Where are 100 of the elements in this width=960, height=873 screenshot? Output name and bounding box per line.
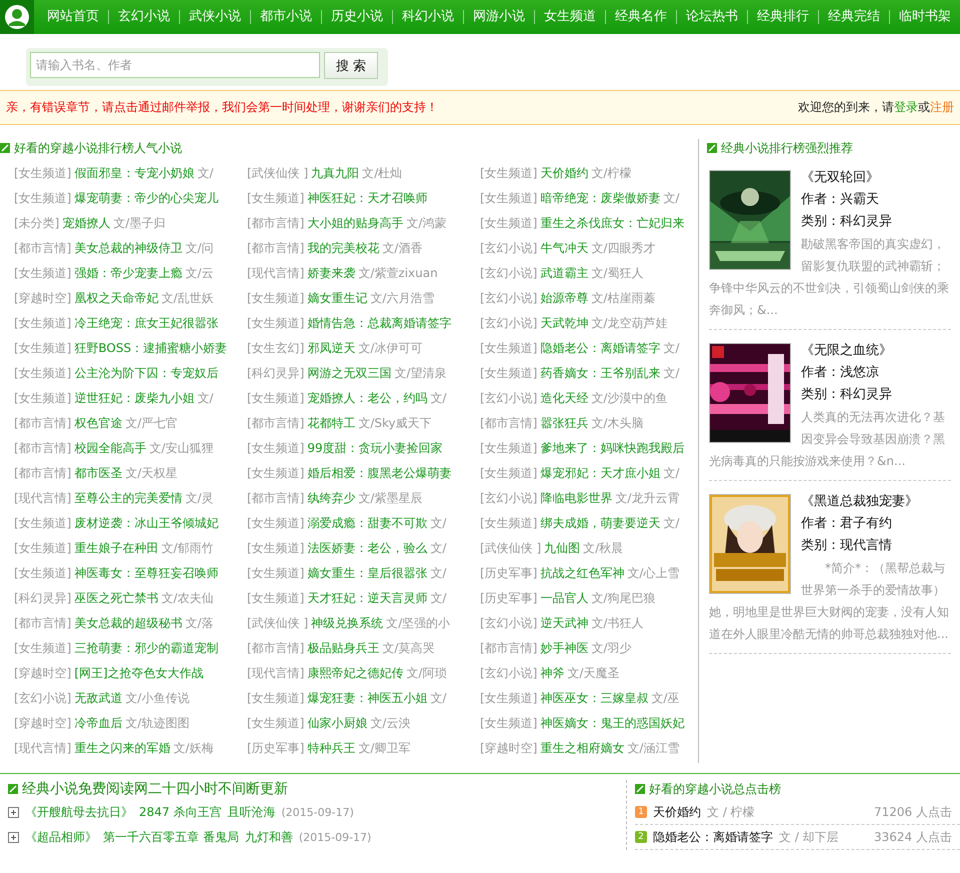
book-title-link[interactable]: 天才狂妃：逆天言灵师	[307, 590, 428, 607]
book-title-link[interactable]: 校园全能高手	[74, 440, 146, 457]
book-title-link[interactable]: 妙手神医	[540, 640, 588, 657]
search-button[interactable]: 搜 索	[324, 52, 378, 79]
book-title-link[interactable]: 《超品相师》	[25, 829, 97, 846]
register-link[interactable]: 注册	[930, 100, 954, 114]
book-title-link[interactable]: 牛气冲天	[540, 240, 588, 257]
book-title[interactable]: 《黑道总裁独宠妻》	[709, 491, 951, 513]
nav-link[interactable]: 临时书架	[889, 10, 960, 24]
nav-link[interactable]: 科幻小说	[392, 10, 463, 24]
book-title[interactable]: 《无双轮回》	[709, 167, 951, 189]
book-title-link[interactable]: 降临电影世界	[540, 490, 612, 507]
book-title-link[interactable]: 美女总裁的超级秘书	[74, 615, 182, 632]
nav-link[interactable]: 经典名作	[605, 10, 676, 24]
nav-link[interactable]: 武侠小说	[179, 10, 250, 24]
nav-link[interactable]: 女生频道	[534, 10, 605, 24]
book-title-link[interactable]: 重生之闪来的军婚	[74, 740, 170, 757]
book-title-link[interactable]: 巫医之死亡禁书	[74, 590, 158, 607]
book-title-link[interactable]: 逆世狂妃：废柴九小姐	[74, 390, 194, 407]
book-title-link[interactable]: 绑夫成婚，萌妻要逆天	[540, 515, 660, 532]
nav-link[interactable]: 历史小说	[321, 10, 392, 24]
book-title-link[interactable]: 爆宠狂妻：神医五小姐	[307, 690, 428, 707]
book-title-link[interactable]: 《开艘航母去抗日》	[25, 804, 133, 821]
author-link[interactable]: 且听沧海	[227, 804, 276, 821]
book-title-link[interactable]: 康熙帝妃之德妃传	[307, 665, 404, 682]
book-title-link[interactable]: 三抢萌妻：邪少的霸道宠制	[74, 640, 218, 657]
nav-link[interactable]: 网站首页	[38, 10, 108, 24]
book-title-link[interactable]: 婚后相爱：腹黑老公爆萌妻	[307, 465, 452, 482]
book-title-link[interactable]: 神医嫡女：鬼王的惑国妖妃	[540, 715, 684, 732]
book-title-link[interactable]: 爆宠萌妻：帝少的心尖宠儿	[74, 190, 218, 207]
book-title-link[interactable]: 天武乾坤	[540, 315, 588, 332]
nav-link[interactable]: 论坛热书	[676, 10, 747, 24]
book-title-link[interactable]: 99度甜：贪玩小妻捡回家	[307, 440, 443, 457]
book-title-link[interactable]: 神医狂妃：天才召唤师	[307, 190, 428, 207]
book-title-link[interactable]: 逆天武神	[540, 615, 588, 632]
search-field[interactable]: 请输入书名、作者	[30, 52, 320, 78]
book-title-link[interactable]: 大小姐的贴身高手	[307, 215, 404, 232]
book-title-link[interactable]: 嫡女重生：皇后很嚣张	[307, 565, 428, 582]
book-title-link[interactable]: 废材逆袭：冰山王爷倾城妃	[74, 515, 218, 532]
book-title-link[interactable]: 重生娘子在种田	[74, 540, 158, 557]
chapter-link[interactable]: 第一千六百零五章 番鬼局	[103, 829, 239, 846]
book-title-link[interactable]: 神级兑换系统	[311, 615, 384, 632]
book-title-link[interactable]: 强婚：帝少宠妻上瘾	[74, 265, 182, 282]
book-title-link[interactable]: 都市医圣	[74, 465, 122, 482]
book-title-link[interactable]: 极品贴身兵王	[307, 640, 380, 657]
book-title-link[interactable]: 邪凤逆天	[307, 340, 356, 357]
book-title-link[interactable]: 假面邪皇：专宠小奶娘	[74, 165, 194, 182]
book-title-link[interactable]: 神医毒女：至尊狂妄召唤师	[74, 565, 218, 582]
book-title-link[interactable]: 美女总裁的神级侍卫	[74, 240, 182, 257]
book-title-link[interactable]: 天价婚约	[653, 804, 701, 820]
book-title-link[interactable]: 九仙图	[544, 540, 580, 557]
book-title-link[interactable]: 纨绔弃少	[307, 490, 356, 507]
book-title-link[interactable]: 特种兵王	[307, 740, 356, 757]
book-title-link[interactable]: 我的完美校花	[307, 240, 380, 257]
book-title-link[interactable]: 爆宠邪妃：天才庶小姐	[540, 465, 660, 482]
book-title-link[interactable]: 宠婚撩人	[62, 215, 110, 232]
book-title-link[interactable]: [网王]之抢夺色女大作战	[74, 665, 204, 682]
book-title-link[interactable]: 冷帝血后	[74, 715, 122, 732]
book-title-link[interactable]: 天价婚约	[540, 165, 588, 182]
book-title-link[interactable]: 公主沦为阶下囚：专宠奴后	[74, 365, 218, 382]
book-title-link[interactable]: 神斧	[540, 665, 564, 682]
nav-link[interactable]: 玄幻小说	[108, 10, 179, 24]
book-title[interactable]: 《无限之血统》	[709, 340, 951, 362]
book-title-link[interactable]: 隐婚老公：离婚请签字	[653, 828, 773, 846]
book-title-link[interactable]: 武道霸主	[540, 265, 588, 282]
book-title-link[interactable]: 狂野BOSS：逮捕蜜糖小娇妻	[74, 340, 228, 357]
book-title-link[interactable]: 嫡女重生记	[307, 290, 368, 307]
book-title-link[interactable]: 隐婚老公：离婚请签字	[540, 340, 660, 357]
author-link[interactable]: 九灯和善	[244, 829, 293, 846]
book-title-link[interactable]: 一品官人	[540, 590, 588, 607]
book-title-link[interactable]: 九真九阳	[311, 165, 360, 182]
book-title-link[interactable]: 法医娇妻：老公，验么	[307, 540, 428, 557]
nav-link[interactable]: 网游小说	[463, 10, 534, 24]
book-title-link[interactable]: 药香嫡女：王爷别乱来	[540, 365, 660, 382]
book-title-link[interactable]: 重生之杀伐庶女：亡妃归来	[540, 215, 684, 232]
book-title-link[interactable]: 婚情告急：总裁离婚请签字	[307, 315, 452, 332]
book-title-link[interactable]: 抗战之红色军神	[540, 565, 624, 582]
nav-link[interactable]: 都市小说	[250, 10, 321, 24]
book-title-link[interactable]: 造化天经	[540, 390, 588, 407]
book-title-link[interactable]: 暗帝绝宠：废柴傲娇妻	[540, 190, 660, 207]
book-title-link[interactable]: 爹地来了：妈咪快跑我殿后	[540, 440, 684, 457]
book-title-link[interactable]: 凰权之天命帝妃	[74, 290, 158, 307]
book-title-link[interactable]: 网游之无双三国	[307, 365, 392, 382]
expand-icon[interactable]	[8, 832, 19, 843]
expand-icon[interactable]	[8, 807, 19, 818]
book-title-link[interactable]: 权色官途	[74, 415, 122, 432]
book-title-link[interactable]: 重生之相府嫡女	[540, 740, 624, 757]
book-title-link[interactable]: 冷王绝宠：庶女王妃很嚣张	[74, 315, 218, 332]
book-title-link[interactable]: 神医巫女：三嫁皇叔	[540, 690, 648, 707]
chapter-link[interactable]: 2847 杀向王宫	[139, 804, 222, 821]
book-title-link[interactable]: 花都特工	[307, 415, 356, 432]
book-title-link[interactable]: 娇妻来袭	[307, 265, 356, 282]
book-title-link[interactable]: 宠婚撩人：老公，约吗	[307, 390, 428, 407]
book-title-link[interactable]: 溺爱成瘾：甜妻不可欺	[307, 515, 428, 532]
book-title-link[interactable]: 始源帝尊	[540, 290, 588, 307]
nav-link[interactable]: 经典排行	[747, 10, 818, 24]
login-link[interactable]: 登录	[894, 100, 918, 114]
book-title-link[interactable]: 仙家小厨娘	[307, 715, 368, 732]
book-title-link[interactable]: 至尊公主的完美爱情	[74, 490, 182, 507]
nav-link[interactable]: 经典完结	[818, 10, 889, 24]
